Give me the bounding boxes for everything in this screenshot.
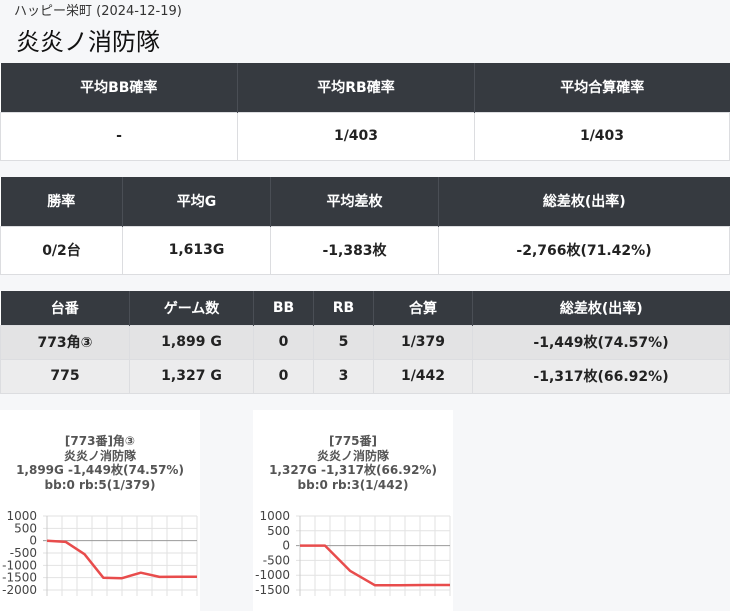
y-tick-label: -1000: [255, 568, 290, 582]
header-bb: BB: [253, 291, 314, 325]
page-title: 炎炎ノ消防隊: [16, 28, 160, 56]
y-tick-label: 0: [282, 539, 290, 553]
total-diff-cell: -1,449枚(74.57%): [472, 324, 730, 360]
table-row: 0/2台 1,613G -1,383枚 -2,766枚(71.42%): [0, 225, 730, 275]
y-tick-label: 500: [267, 524, 290, 538]
machine-number-cell: 775: [0, 358, 130, 394]
rb-probability-value: 1/403: [237, 111, 475, 161]
y-tick-label: 1000: [259, 509, 290, 523]
total-diff-value: -2,766枚(71.42%): [438, 225, 730, 275]
probability-summary-table: 平均BB確率 平均RB確率 平均合算確率 - 1/403 1/403: [0, 63, 730, 161]
bb-cell: 0: [253, 358, 314, 394]
header-rb-probability: 平均RB確率: [237, 63, 475, 112]
header-average-diff: 平均差枚: [270, 177, 439, 226]
header-total-diff: 総差枚(出率): [438, 177, 730, 226]
table-row[interactable]: 773角③ 1,899 G 0 5 1/379 -1,449枚(74.57%): [0, 324, 730, 360]
header-rb: RB: [313, 291, 374, 325]
header-machine-number: 台番: [0, 291, 130, 325]
slump-chart-775: 10005000-500-1000-1500: [255, 509, 451, 597]
y-tick-label: -2000: [2, 583, 37, 597]
game-count-cell: 1,899 G: [129, 324, 254, 360]
y-tick-label: -500: [263, 553, 290, 567]
header-average-games: 平均G: [122, 177, 271, 226]
machine-number-cell: 773角③: [0, 324, 130, 360]
rb-cell: 5: [313, 324, 374, 360]
combined-probability-value: 1/403: [474, 111, 730, 161]
result-summary-table: 勝率 平均G 平均差枚 総差枚(出率) 0/2台 1,613G -1,383枚 …: [0, 177, 730, 275]
table-row: - 1/403 1/403: [0, 111, 730, 161]
combined-cell: 1/379: [373, 324, 473, 360]
machine-chart-card-773: [773番]角③ 炎炎ノ消防隊 1,899G -1,449枚(74.57%) b…: [0, 410, 200, 611]
header-total-diff-rate: 総差枚(出率): [472, 291, 730, 325]
header-combined-probability: 平均合算確率: [474, 63, 730, 112]
table-header-row: 台番 ゲーム数 BB RB 合算 総差枚(出率): [0, 291, 730, 325]
table-header-row: 勝率 平均G 平均差枚 総差枚(出率): [0, 177, 730, 226]
header-bb-probability: 平均BB確率: [0, 63, 238, 112]
table-row[interactable]: 775 1,327 G 0 3 1/442 -1,317枚(66.92%): [0, 358, 730, 394]
store-date-label: ハッピー栄町 (2024-12-19): [14, 4, 182, 19]
slump-chart-773: 10005000-500-1000-1500-2000: [2, 509, 198, 597]
header-game-count: ゲーム数: [129, 291, 254, 325]
header-win-rate: 勝率: [0, 177, 123, 226]
combined-cell: 1/442: [373, 358, 473, 394]
table-header-row: 平均BB確率 平均RB確率 平均合算確率: [0, 63, 730, 112]
average-games-value: 1,613G: [122, 225, 271, 275]
average-diff-value: -1,383枚: [270, 225, 439, 275]
header-combined: 合算: [373, 291, 473, 325]
bb-cell: 0: [253, 324, 314, 360]
win-rate-value: 0/2台: [0, 225, 123, 275]
game-count-cell: 1,327 G: [129, 358, 254, 394]
rb-cell: 3: [313, 358, 374, 394]
machine-table: 台番 ゲーム数 BB RB 合算 総差枚(出率) 773角③ 1,899 G 0…: [0, 291, 730, 394]
y-tick-label: -1500: [255, 583, 290, 597]
total-diff-cell: -1,317枚(66.92%): [472, 358, 730, 394]
bb-probability-value: -: [0, 111, 238, 161]
machine-chart-card-775: [775番] 炎炎ノ消防隊 1,327G -1,317枚(66.92%) bb:…: [253, 410, 453, 611]
